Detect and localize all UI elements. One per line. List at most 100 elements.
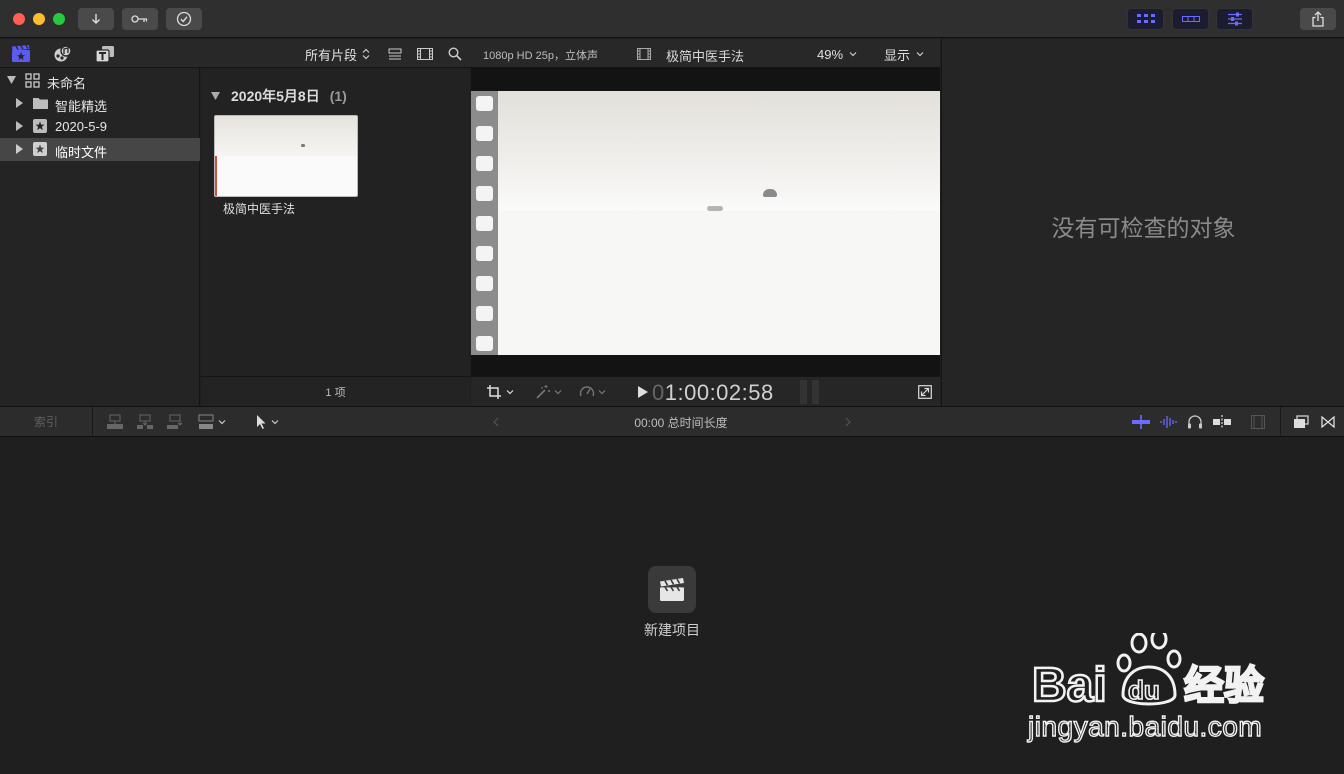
snapping-icon: [1213, 415, 1231, 429]
chevron-down-icon: [849, 52, 857, 57]
insert-clip-icon: [137, 414, 153, 429]
film-sprocket-hole: [476, 96, 493, 111]
clip-filter-label: 所有片段: [305, 47, 358, 63]
import-button[interactable]: [78, 8, 114, 30]
connect-clip-button[interactable]: [104, 412, 126, 432]
disclosure-closed-icon[interactable]: [16, 144, 23, 154]
libraries-sidebar: 未命名 智能精选 2020-5-9 临时文件: [0, 68, 200, 406]
history-forward-button[interactable]: [842, 415, 854, 429]
chevron-down-icon: [218, 420, 225, 425]
skimming-toggle[interactable]: [1130, 412, 1152, 432]
browser-layout-icon: [1136, 14, 1155, 23]
item-count: 1 项: [325, 386, 346, 399]
view-options-label: 显示: [884, 47, 911, 63]
svg-text:du: du: [1128, 675, 1160, 705]
minimize-window-button[interactable]: [33, 13, 45, 25]
disclosure-closed-icon[interactable]: [16, 98, 23, 108]
library-row[interactable]: 未命名: [0, 69, 200, 92]
event-label: 2020-5-9: [55, 119, 108, 134]
view-options-popup[interactable]: 显示: [884, 45, 924, 63]
history-back-button[interactable]: [490, 415, 502, 429]
timeline-duration: 00:00 总时间长度: [634, 416, 728, 430]
timecode-value: 1:00:02:58: [664, 380, 774, 405]
keywords-key-icon: [131, 15, 148, 23]
search-icon: [448, 47, 462, 61]
clip-filter-popup[interactable]: 所有片段: [305, 45, 370, 63]
search-button[interactable]: [446, 45, 464, 63]
fullscreen-button[interactable]: [917, 384, 933, 400]
film-sprocket-hole: [476, 186, 493, 201]
effects-browser-button[interactable]: [1291, 412, 1311, 432]
title-bar: [0, 0, 1344, 38]
background-tasks-button[interactable]: [166, 8, 202, 30]
zoom-popup[interactable]: 49%: [817, 45, 857, 63]
filmstrip-icon: [637, 48, 651, 60]
enhance-button[interactable]: [531, 383, 565, 401]
svg-text:Bai: Bai: [1032, 659, 1107, 712]
timeline-index-label: 索引: [33, 415, 58, 429]
crop-icon: [487, 385, 501, 399]
clip-appearance-timeline-button[interactable]: [1248, 412, 1268, 432]
filmstrip-view-button[interactable]: [416, 45, 434, 63]
library-name: 未命名: [47, 76, 87, 91]
insert-clip-button[interactable]: [134, 412, 156, 432]
play-button[interactable]: [637, 385, 649, 399]
film-sprocket-hole: [476, 216, 493, 231]
inspector-empty-message: 没有可检查的对象: [1051, 215, 1236, 241]
photos-audio-tab[interactable]: [52, 44, 74, 64]
chevron-right-icon: [845, 417, 851, 427]
browser-viewer-header: 所有片段 1080p HD 25p，立体声 极简中医手法 49% 显示: [0, 39, 940, 68]
import-download-icon: [92, 14, 100, 24]
clip-appearance-button[interactable]: [386, 45, 404, 63]
close-window-button[interactable]: [13, 13, 25, 25]
filmstrip-icon: [417, 48, 433, 60]
film-sprocket-hole: [476, 246, 493, 261]
date-group-count: (1): [329, 88, 347, 104]
audio-skimming-toggle[interactable]: [1158, 412, 1180, 432]
watermark-url: jingyan.baidu.com: [1027, 710, 1263, 742]
transform-crop-button[interactable]: [483, 383, 517, 401]
solo-button[interactable]: [1185, 412, 1205, 432]
baidu-jingyan-watermark: Bai du 经验 jingyan.baidu.com: [1027, 633, 1278, 743]
transitions-bowtie-icon: [1321, 416, 1335, 428]
show-browser-button[interactable]: [1127, 8, 1164, 30]
timecode-display[interactable]: 01:00:02:58: [652, 380, 774, 406]
browser-pane: 2020年5月8日 (1) 极简中医手法: [201, 68, 470, 406]
append-clip-icon: [167, 414, 183, 429]
viewer-controls: 01:00:02:58: [471, 376, 940, 406]
share-button[interactable]: [1300, 8, 1336, 30]
disclosure-closed-icon[interactable]: [16, 121, 23, 131]
disclosure-open-icon[interactable]: [7, 76, 16, 84]
append-clip-button[interactable]: [164, 412, 186, 432]
event-row-selected[interactable]: 临时文件: [0, 138, 200, 161]
chevron-down-icon: [506, 390, 514, 395]
magic-wand-icon: [535, 385, 550, 399]
libraries-tab[interactable]: [10, 44, 32, 64]
new-project-button[interactable]: [648, 566, 696, 613]
viewer-format-label: 1080p HD 25p，立体声: [483, 50, 598, 62]
transitions-browser-button[interactable]: [1318, 412, 1338, 432]
speedometer-icon: [579, 386, 594, 397]
titles-generators-tab-icon: [95, 46, 114, 63]
baidu-paw-logo: Bai du 经验: [1031, 633, 1265, 713]
snapping-toggle[interactable]: [1211, 412, 1233, 432]
timeline-index-button[interactable]: 索引: [0, 407, 93, 436]
overwrite-clip-button[interactable]: [194, 412, 228, 432]
smart-collections-row[interactable]: 智能精选: [0, 92, 200, 115]
date-group-header[interactable]: 2020年5月8日 (1): [211, 86, 347, 106]
keyword-editor-button[interactable]: [122, 8, 158, 30]
inspector-pane: 没有可检查的对象: [941, 39, 1344, 406]
chevron-left-icon: [493, 417, 499, 427]
select-tool-button[interactable]: [252, 412, 282, 432]
show-inspector-button[interactable]: [1216, 8, 1253, 30]
zoom-window-button[interactable]: [53, 13, 65, 25]
film-sprocket-hole: [476, 336, 493, 351]
clip-thumbnail[interactable]: [214, 115, 358, 197]
timecode-leading-zero: 0: [652, 380, 665, 405]
show-timeline-button[interactable]: [1172, 8, 1209, 30]
event-row[interactable]: 2020-5-9: [0, 115, 200, 138]
viewer-frame[interactable]: [471, 91, 940, 355]
retime-button[interactable]: [575, 383, 609, 401]
overwrite-clip-icon: [198, 414, 213, 429]
titles-generators-tab[interactable]: [94, 44, 116, 64]
